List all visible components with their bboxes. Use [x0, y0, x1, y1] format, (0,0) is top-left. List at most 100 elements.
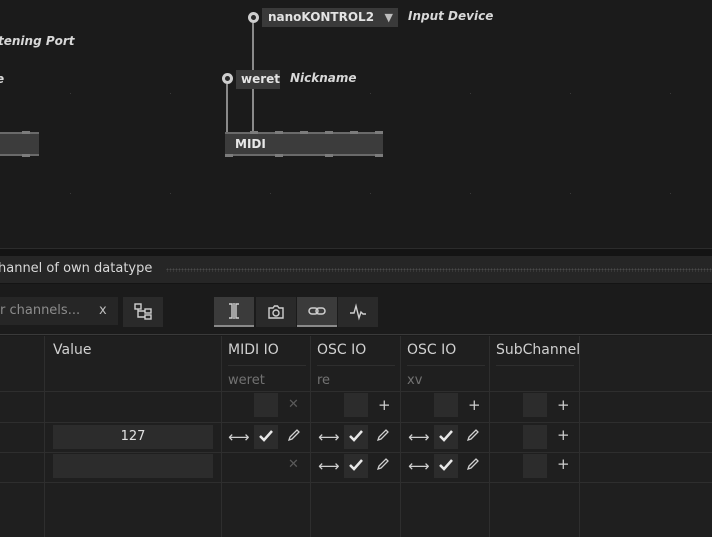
patch-canvas[interactable]: tening Port e nanoKONTROL2 ▼ Input Devic…	[0, 0, 712, 248]
midi-io-device-name: weret	[228, 373, 265, 388]
node-port[interactable]	[375, 131, 383, 134]
subchannel-box[interactable]	[523, 454, 547, 478]
io-columns-toggle[interactable]	[214, 297, 254, 327]
bidirectional-icon[interactable]: ⟷	[318, 458, 340, 474]
bidirectional-icon[interactable]: ⟷	[318, 429, 340, 445]
column-header-subchannel[interactable]: SubChannel	[496, 342, 580, 358]
column-header-osc-io-1[interactable]: OSC IO	[317, 342, 366, 358]
row-divider	[0, 482, 712, 483]
panel-titlebar[interactable]: hannel of own datatype	[0, 256, 712, 284]
subheader-line	[407, 365, 485, 366]
node-port[interactable]	[300, 131, 308, 134]
bidirectional-icon[interactable]: ⟷	[408, 458, 430, 474]
nickname-pin[interactable]	[222, 73, 233, 84]
node-port[interactable]	[250, 131, 258, 134]
osc-io-1-name: re	[317, 373, 331, 388]
checkmark-icon[interactable]	[438, 429, 454, 443]
bidirectional-icon[interactable]: ⟷	[228, 429, 250, 445]
row-divider	[0, 422, 712, 423]
checkmark-icon[interactable]	[348, 429, 364, 443]
dropdown-arrow-icon: ▼	[384, 11, 393, 24]
channel-table: Value MIDI IO OSC IO OSC IO SubChannel w…	[0, 336, 712, 537]
osc-io-2-name: xv	[407, 373, 423, 388]
inspector-toolbar: er channels... x	[0, 285, 712, 335]
nickname-wire	[226, 84, 228, 132]
input-device-select[interactable]: nanoKONTROL2 ▼	[262, 8, 398, 27]
input-device-value: nanoKONTROL2	[268, 10, 375, 24]
osc-io-enable-box[interactable]	[434, 393, 458, 417]
column-header-midi-io[interactable]: MIDI IO	[228, 342, 279, 358]
channel-filter-input[interactable]: er channels... x	[0, 297, 118, 325]
checkmark-icon[interactable]	[258, 429, 274, 443]
midi-io-enable-box[interactable]	[254, 393, 278, 417]
column-header-osc-io-2[interactable]: OSC IO	[407, 342, 456, 358]
add-icon[interactable]: +	[557, 427, 570, 443]
checkmark-icon[interactable]	[348, 458, 364, 472]
remove-icon[interactable]: ✕	[288, 457, 299, 473]
node-port[interactable]	[350, 131, 358, 134]
nickname-label: Nickname	[290, 71, 357, 85]
signal-icon	[350, 303, 366, 321]
grid-dot	[470, 193, 471, 194]
grid-dot	[370, 193, 371, 194]
snapshot-button[interactable]	[256, 297, 296, 327]
checkmark-icon[interactable]	[438, 458, 454, 472]
pencil-icon[interactable]	[286, 427, 302, 443]
pencil-icon[interactable]	[375, 427, 391, 443]
row-divider	[0, 452, 712, 453]
node-port[interactable]	[275, 131, 283, 134]
value-field[interactable]	[53, 454, 213, 478]
grid-dot	[170, 193, 171, 194]
pencil-icon[interactable]	[465, 456, 481, 472]
midi-node-title: MIDI	[235, 137, 266, 151]
add-icon[interactable]: +	[557, 397, 570, 413]
name-column	[0, 336, 45, 537]
subchannel-box[interactable]	[523, 425, 547, 449]
add-icon[interactable]: +	[378, 397, 391, 413]
grid-dot	[270, 193, 271, 194]
grid-dot	[570, 93, 571, 94]
midi-node[interactable]: MIDI	[225, 131, 383, 157]
link-icon	[308, 307, 326, 315]
listening-port-label: tening Port	[0, 34, 75, 48]
panel-splitter[interactable]	[0, 248, 712, 256]
column-header-value[interactable]: Value	[53, 342, 91, 358]
tree-view-button[interactable]	[123, 297, 163, 327]
node-port[interactable]	[325, 154, 333, 157]
grid-dot	[370, 93, 371, 94]
input-device-pin[interactable]	[248, 12, 259, 23]
subheader-line	[317, 365, 395, 366]
value-field[interactable]: 127	[53, 425, 213, 449]
io-column-icon	[229, 303, 239, 319]
grid-dot	[470, 93, 471, 94]
node-port[interactable]	[325, 131, 333, 134]
grid-dot	[170, 93, 171, 94]
node-port[interactable]	[375, 154, 383, 157]
node-port[interactable]	[22, 131, 30, 134]
row-divider	[0, 391, 712, 392]
pencil-icon[interactable]	[465, 427, 481, 443]
add-icon[interactable]: +	[557, 456, 570, 472]
subheader-line	[228, 365, 306, 366]
add-icon[interactable]: +	[468, 397, 481, 413]
pencil-icon[interactable]	[375, 456, 391, 472]
offscreen-node[interactable]	[0, 131, 39, 157]
panel-title: hannel of own datatype	[0, 261, 153, 276]
filter-clear-button[interactable]: x	[99, 297, 107, 325]
grid-dot	[70, 93, 71, 94]
drag-grip[interactable]	[166, 268, 712, 272]
cut-label: e	[0, 72, 4, 86]
link-mode-toggle[interactable]	[297, 297, 337, 327]
signal-view-button[interactable]	[338, 297, 378, 327]
bidirectional-icon[interactable]: ⟷	[408, 429, 430, 445]
grid-dot	[570, 193, 571, 194]
remove-icon[interactable]: ✕	[288, 397, 299, 413]
node-port[interactable]	[225, 154, 233, 157]
grid-dot	[70, 193, 71, 194]
osc-io-enable-box[interactable]	[344, 393, 368, 417]
grid-dot	[670, 93, 671, 94]
node-port[interactable]	[22, 154, 30, 157]
nickname-field[interactable]: weret	[236, 70, 280, 89]
node-port[interactable]	[275, 154, 283, 157]
subchannel-box[interactable]	[523, 393, 547, 417]
